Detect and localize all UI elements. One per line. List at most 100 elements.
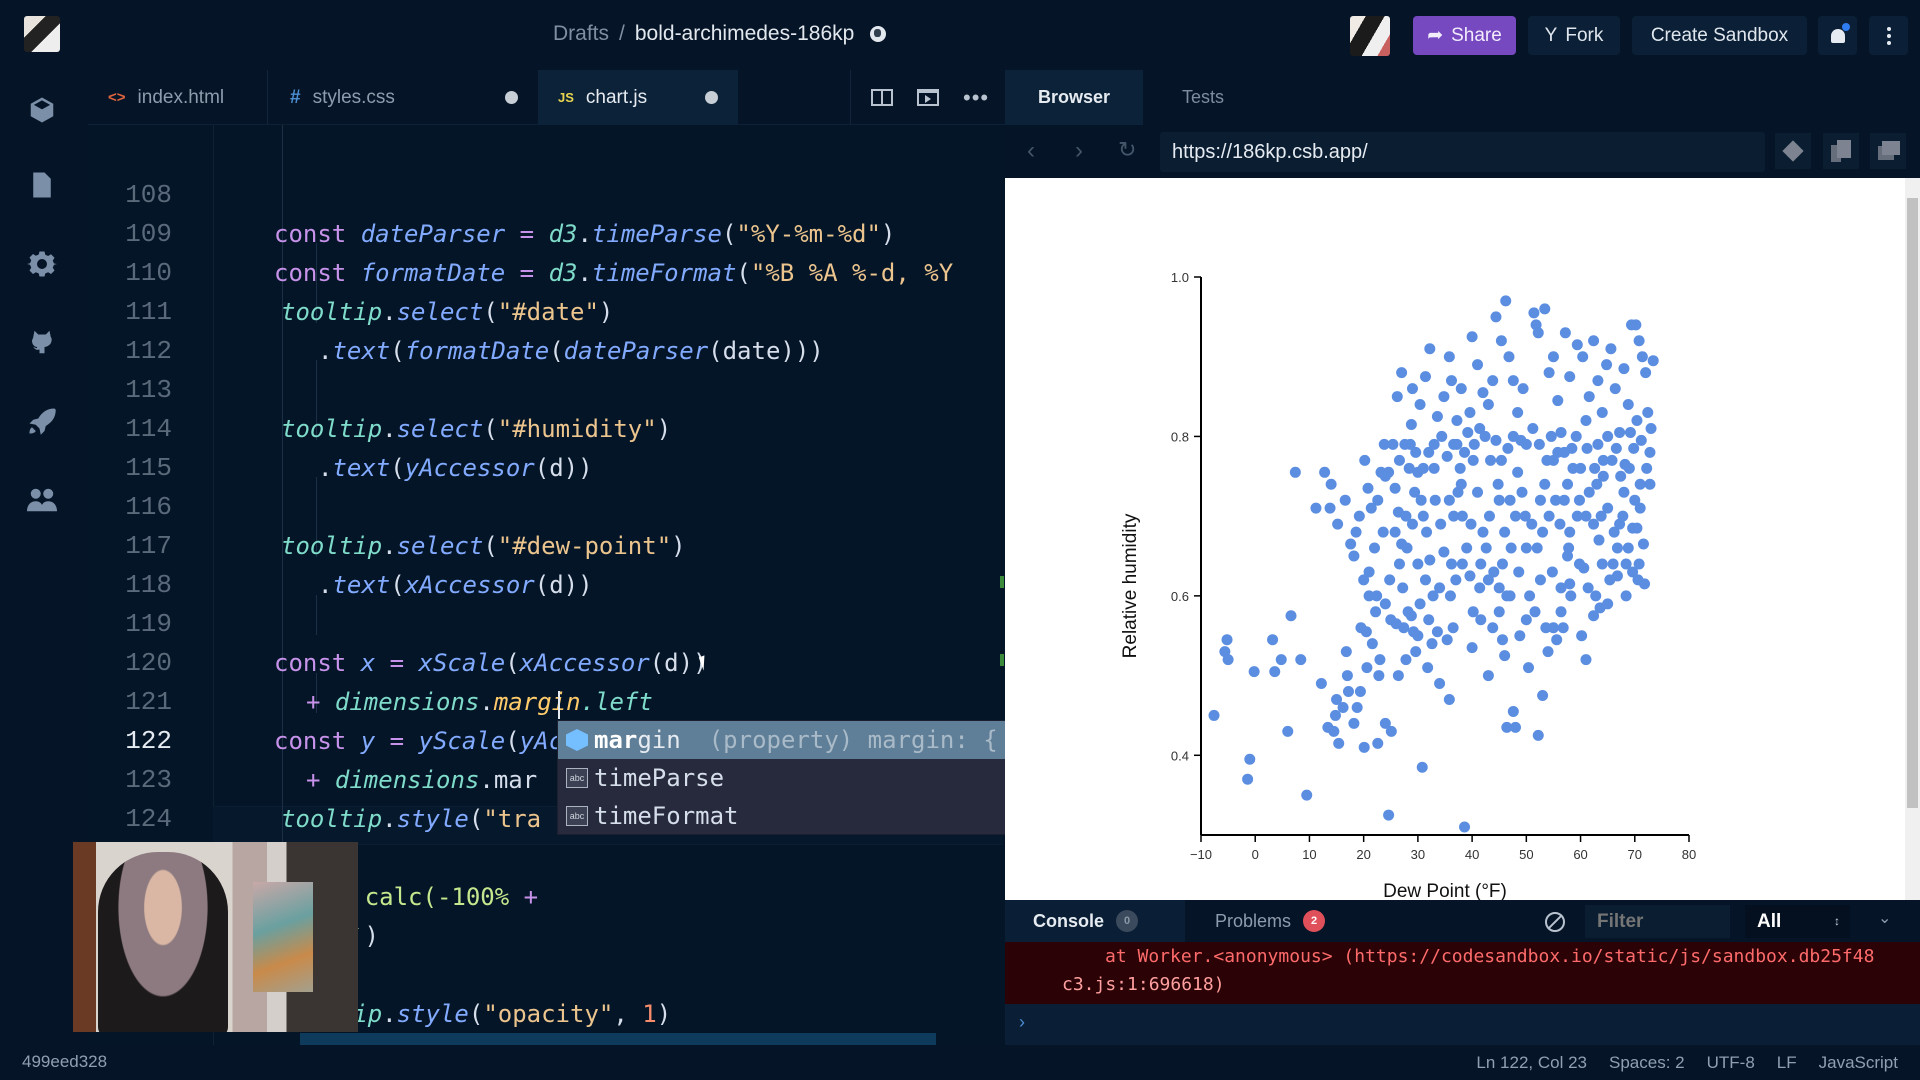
data-point[interactable]: [1512, 466, 1524, 478]
data-point[interactable]: [1301, 789, 1313, 801]
data-point[interactable]: [1444, 590, 1456, 602]
data-point[interactable]: [1591, 478, 1603, 490]
unsaved-dot-icon[interactable]: [705, 91, 718, 104]
data-point[interactable]: [1422, 662, 1434, 674]
horizontal-scrollbar[interactable]: [300, 1033, 936, 1045]
data-point[interactable]: [1607, 558, 1619, 570]
data-point[interactable]: [1208, 709, 1220, 721]
data-point[interactable]: [1472, 359, 1484, 371]
data-point[interactable]: [1369, 542, 1381, 554]
data-point[interactable]: [1541, 454, 1553, 466]
data-point[interactable]: [1517, 383, 1529, 395]
url-input[interactable]: [1160, 132, 1765, 172]
data-point[interactable]: [1417, 462, 1429, 474]
data-point[interactable]: [1519, 510, 1531, 522]
data-point[interactable]: [1393, 454, 1405, 466]
data-point[interactable]: [1424, 554, 1436, 566]
data-point[interactable]: [1412, 558, 1424, 570]
data-point[interactable]: [1345, 538, 1357, 550]
data-point[interactable]: [1406, 518, 1418, 530]
data-point[interactable]: [1325, 478, 1337, 490]
data-point[interactable]: [1620, 590, 1632, 602]
data-point[interactable]: [1467, 454, 1479, 466]
data-point[interactable]: [1550, 494, 1562, 506]
data-point[interactable]: [1414, 598, 1426, 610]
data-point[interactable]: [1618, 486, 1630, 498]
data-point[interactable]: [1441, 450, 1453, 462]
data-point[interactable]: [1468, 438, 1480, 450]
data-point[interactable]: [1614, 426, 1626, 438]
data-point[interactable]: [1573, 494, 1585, 506]
data-point[interactable]: [1373, 670, 1385, 682]
data-point[interactable]: [1465, 518, 1477, 530]
data-point[interactable]: [1493, 494, 1505, 506]
data-point[interactable]: [1466, 642, 1478, 654]
data-point[interactable]: [1555, 606, 1567, 618]
data-point[interactable]: [1431, 626, 1443, 638]
data-point[interactable]: [1533, 438, 1545, 450]
data-point[interactable]: [1624, 426, 1636, 438]
data-point[interactable]: [1539, 303, 1551, 315]
data-point[interactable]: [1315, 678, 1327, 690]
data-point[interactable]: [1462, 426, 1474, 438]
data-point[interactable]: [1414, 399, 1426, 411]
data-point[interactable]: [1389, 526, 1401, 538]
data-point[interactable]: [1474, 582, 1486, 594]
data-point[interactable]: [1372, 737, 1384, 749]
data-point[interactable]: [1590, 590, 1602, 602]
data-point[interactable]: [1332, 518, 1344, 530]
data-point[interactable]: [1499, 650, 1511, 662]
data-point[interactable]: [1617, 510, 1629, 522]
data-point[interactable]: [1490, 311, 1502, 323]
data-point[interactable]: [1450, 574, 1462, 586]
data-point[interactable]: [1639, 578, 1651, 590]
data-point[interactable]: [1295, 654, 1307, 666]
globe-icon[interactable]: [870, 26, 887, 42]
data-point[interactable]: [1374, 654, 1386, 666]
data-point[interactable]: [1573, 558, 1585, 570]
data-point[interactable]: [1564, 526, 1576, 538]
data-point[interactable]: [1454, 462, 1466, 474]
data-point[interactable]: [1504, 494, 1516, 506]
data-point[interactable]: [1329, 709, 1341, 721]
data-point[interactable]: [1310, 502, 1322, 514]
data-point[interactable]: [1487, 375, 1499, 387]
data-point[interactable]: [1545, 430, 1557, 442]
language-mode[interactable]: JavaScript: [1819, 1053, 1898, 1073]
data-point[interactable]: [1282, 725, 1294, 737]
data-point[interactable]: [1474, 422, 1486, 434]
data-point[interactable]: [1421, 526, 1433, 538]
data-point[interactable]: [1483, 510, 1495, 522]
data-point[interactable]: [1435, 518, 1447, 530]
data-point[interactable]: [1534, 494, 1546, 506]
data-point[interactable]: [1602, 430, 1614, 442]
data-point[interactable]: [1466, 331, 1478, 343]
data-point[interactable]: [1531, 542, 1543, 554]
data-point[interactable]: [1555, 582, 1567, 594]
data-point[interactable]: [1285, 610, 1297, 622]
data-point[interactable]: [1502, 442, 1514, 454]
data-point[interactable]: [1516, 486, 1528, 498]
data-point[interactable]: [1448, 438, 1460, 450]
data-point[interactable]: [1513, 566, 1525, 578]
tab-index-html[interactable]: <> index.html: [88, 70, 268, 125]
data-point[interactable]: [1340, 646, 1352, 658]
data-point[interactable]: [1523, 662, 1535, 674]
data-point[interactable]: [1588, 518, 1600, 530]
data-point[interactable]: [1477, 526, 1489, 538]
data-point[interactable]: [1575, 462, 1587, 474]
data-point[interactable]: [1496, 634, 1508, 646]
data-point[interactable]: [1605, 343, 1617, 355]
data-point[interactable]: [1596, 558, 1608, 570]
data-point[interactable]: [1629, 494, 1641, 506]
data-point[interactable]: [1534, 574, 1546, 586]
data-point[interactable]: [1485, 454, 1497, 466]
data-point[interactable]: [1499, 526, 1511, 538]
data-point[interactable]: [1571, 339, 1583, 351]
data-point[interactable]: [1419, 574, 1431, 586]
refresh-icon[interactable]: ↻: [1118, 137, 1136, 163]
data-point[interactable]: [1487, 622, 1499, 634]
data-point[interactable]: [1475, 558, 1487, 570]
data-point[interactable]: [1333, 737, 1345, 749]
data-point[interactable]: [1423, 446, 1435, 458]
